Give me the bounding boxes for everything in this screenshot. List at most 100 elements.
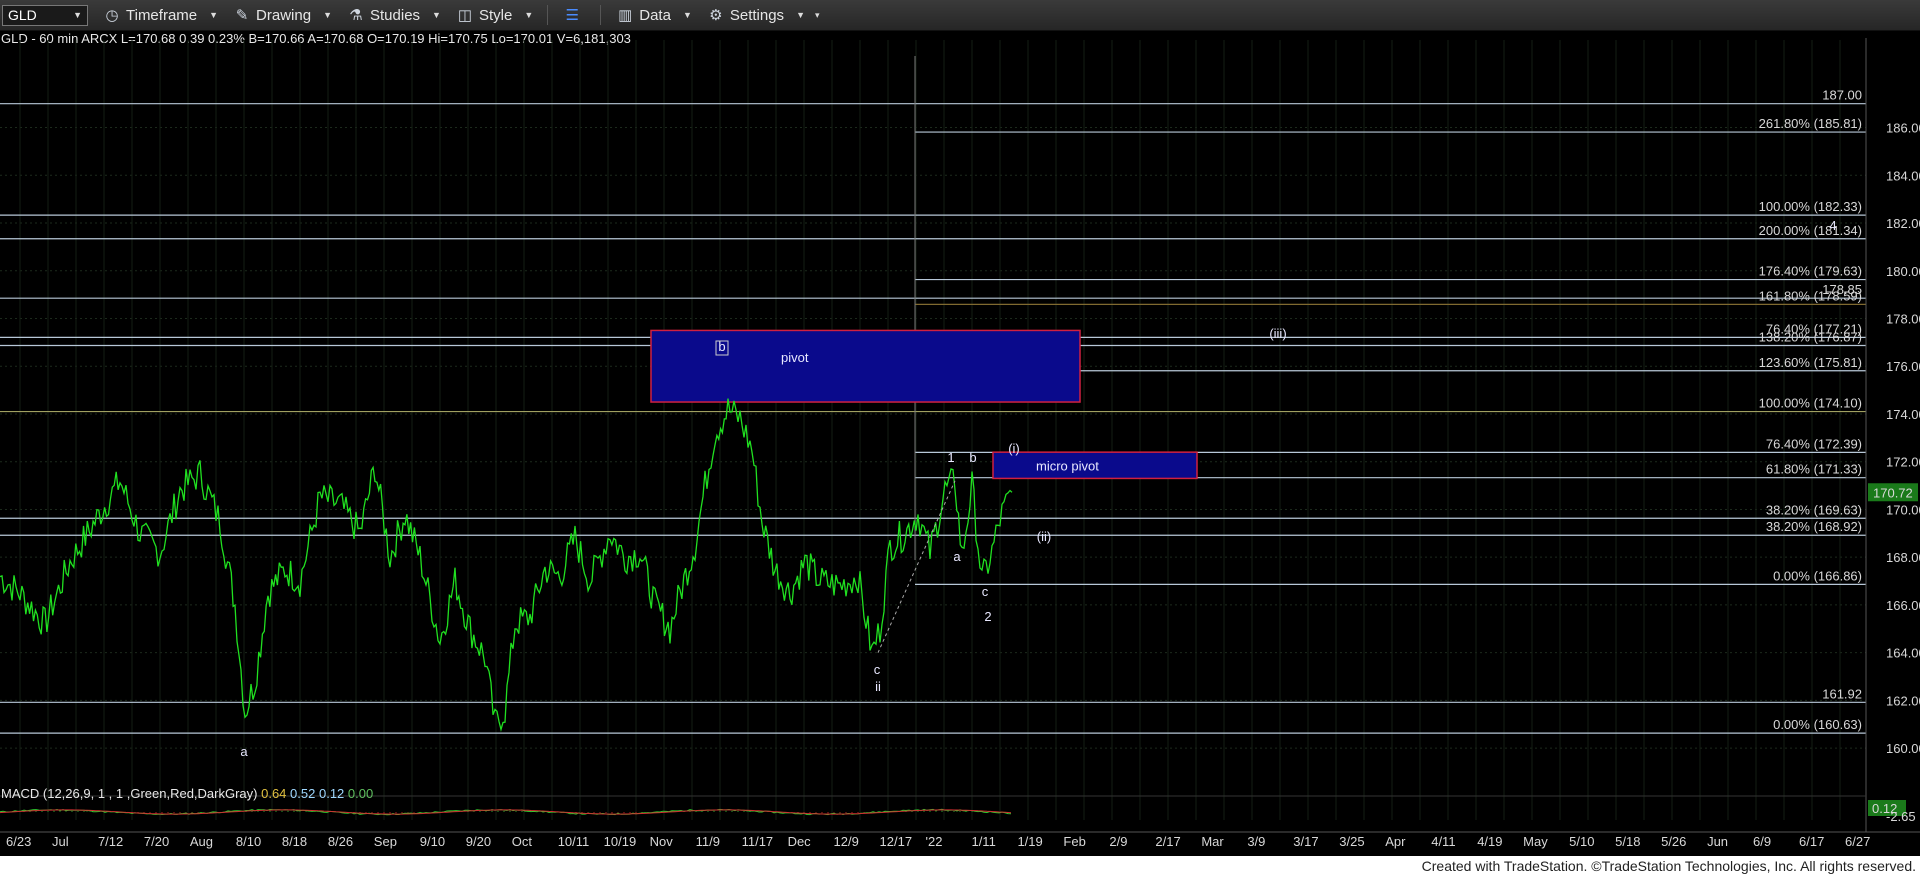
date-tick-label: 7/12 [98, 834, 123, 849]
date-tick-label: Jun [1707, 834, 1728, 849]
fib-label: 261.80% (185.81) [1759, 116, 1862, 131]
fib-label: 161.92 [1822, 686, 1862, 701]
wave-label: 2 [984, 609, 991, 624]
chart-grid [0, 40, 1866, 820]
wave-label: ii [875, 679, 881, 694]
date-tick-label: 10/19 [604, 834, 637, 849]
wave-label: (iii) [1269, 326, 1286, 341]
date-tick-label: Nov [650, 834, 674, 849]
date-tick-label: 3/17 [1293, 834, 1318, 849]
fib-label: 100.00% (182.33) [1759, 199, 1862, 214]
date-tick-label: 3/9 [1247, 834, 1265, 849]
last-price-label: 170.72 [1873, 485, 1913, 500]
date-tick-label: Sep [374, 834, 397, 849]
wave-annotations: bacii1 bac2(i)(ii)(iii)4 [240, 218, 1836, 759]
fib-label: 187.00 [1822, 88, 1862, 103]
price-tick-label: 176.00 [1886, 359, 1920, 374]
price-tick-label: 186.00 [1886, 121, 1920, 136]
date-tick-label: 5/18 [1615, 834, 1640, 849]
date-tick-label: 3/25 [1339, 834, 1364, 849]
date-tick-label: 8/26 [328, 834, 353, 849]
price-tick-label: 174.00 [1886, 407, 1920, 422]
fib-label: 138.20% (176.87) [1759, 329, 1862, 344]
date-tick-label: 5/26 [1661, 834, 1686, 849]
date-tick-label: 12/17 [880, 834, 913, 849]
date-tick-label: 7/20 [144, 834, 169, 849]
macd-axis-bottom: -2.65 [1886, 809, 1916, 824]
copyright-footer: Created with TradeStation. ©TradeStation… [1421, 858, 1916, 874]
fib-label: 0.00% (166.86) [1773, 568, 1862, 583]
wave-label: (i) [1008, 441, 1020, 456]
price-tick-label: 184.00 [1886, 168, 1920, 183]
date-tick-label: 9/20 [466, 834, 491, 849]
date-tick-label: May [1523, 834, 1548, 849]
date-tick-label: Feb [1063, 834, 1085, 849]
pivot-zone-label: micro pivot [1036, 458, 1099, 473]
price-tick-label: 178.00 [1886, 311, 1920, 326]
date-tick-label: 4/11 [1431, 834, 1455, 849]
price-tick-label: 162.00 [1886, 693, 1920, 708]
wave-label: (ii) [1037, 529, 1051, 544]
date-tick-label: 1/19 [1017, 834, 1042, 849]
date-tick-label: 4/19 [1477, 834, 1502, 849]
date-tick-label: 12/9 [834, 834, 859, 849]
date-tick-label: 5/10 [1569, 834, 1594, 849]
date-tick-label: 2/17 [1155, 834, 1180, 849]
date-tick-label: 6/17 [1799, 834, 1824, 849]
fib-label: 61.80% (171.33) [1766, 462, 1862, 477]
date-tick-label: Jul [52, 834, 69, 849]
wave-label: 1 [947, 450, 954, 465]
macd-legend: MACD (12,26,9, 1 , 1 ,Green,Red,DarkGray… [1, 786, 373, 801]
date-tick-label: Oct [512, 834, 533, 849]
date-tick-label: 2/9 [1109, 834, 1127, 849]
date-tick-label: 10/11 [558, 834, 590, 849]
wave-label: c [982, 584, 989, 599]
fib-label: 200.00% (181.34) [1759, 223, 1862, 238]
wave-label: b [969, 450, 976, 465]
price-axis: 186.00 184.00 182.00 180.00 178.00 176.00 174.… [1865, 38, 1920, 832]
date-tick-label: 11/9 [696, 834, 720, 849]
macd-value-3: 0.12 [318, 786, 345, 801]
price-tick-label: 170.00 [1886, 502, 1920, 517]
wave-label: c [874, 662, 881, 677]
date-tick-label: 6/27 [1845, 834, 1870, 849]
date-tick-label: 6/9 [1753, 834, 1771, 849]
macd-label: MACD (12,26,9, 1 , 1 ,Green,Red,DarkGray… [1, 786, 258, 801]
date-tick-label: 9/10 [420, 834, 445, 849]
wave-label: a [953, 549, 961, 564]
date-tick-label: 1/11 [971, 834, 995, 849]
fib-label: 0.00% (160.63) [1773, 717, 1862, 732]
price-chart[interactable]: 261.80% (185.81) 100.00% (182.33) 200.00% … [0, 0, 1920, 876]
fib-label: 123.60% (175.81) [1759, 355, 1862, 370]
price-tick-label: 166.00 [1886, 598, 1920, 613]
fib-label: 38.20% (168.92) [1766, 519, 1862, 534]
fib-label: 161.80% (178.59) [1759, 288, 1862, 303]
price-tick-label: 182.00 [1886, 216, 1920, 231]
date-tick-label: Apr [1385, 834, 1406, 849]
macd-value-1: 0.64 [261, 786, 287, 801]
macd-value-2: 0.52 [290, 786, 316, 801]
pivot-zone-0 [650, 329, 1081, 403]
date-tick-label: 6/23 [6, 834, 31, 849]
price-tick-label: 180.00 [1886, 264, 1920, 279]
date-tick-label: 8/10 [236, 834, 261, 849]
wave-label: 4 [1829, 218, 1836, 233]
date-axis: 6/23 Jul 7/12 7/20 Aug 8/10 8/18 8/26 Sep 9/10 9/2… [0, 831, 1920, 849]
fib-label: 38.20% (169.63) [1766, 502, 1862, 517]
price-tick-label: 168.00 [1886, 550, 1920, 565]
date-tick-label: Mar [1201, 834, 1224, 849]
fib-label: 176.40% (179.63) [1759, 264, 1862, 279]
date-tick-label: Dec [788, 834, 812, 849]
fib-label: 100.00% (174.10) [1759, 396, 1862, 411]
price-tick-label: 160.00 [1886, 741, 1920, 756]
date-tick-label: 11/17 [742, 834, 774, 849]
date-tick-label: 8/18 [282, 834, 307, 849]
wave-label: a [240, 744, 248, 759]
date-tick-label: Aug [190, 834, 213, 849]
pivot-zone-label: pivot [781, 350, 809, 365]
macd-value-4: 0.00 [347, 786, 374, 801]
fib-label: 76.40% (172.39) [1766, 436, 1862, 451]
date-tick-label: '22 [926, 834, 943, 849]
price-tick-label: 164.00 [1886, 646, 1920, 661]
price-tick-label: 172.00 [1886, 455, 1920, 470]
